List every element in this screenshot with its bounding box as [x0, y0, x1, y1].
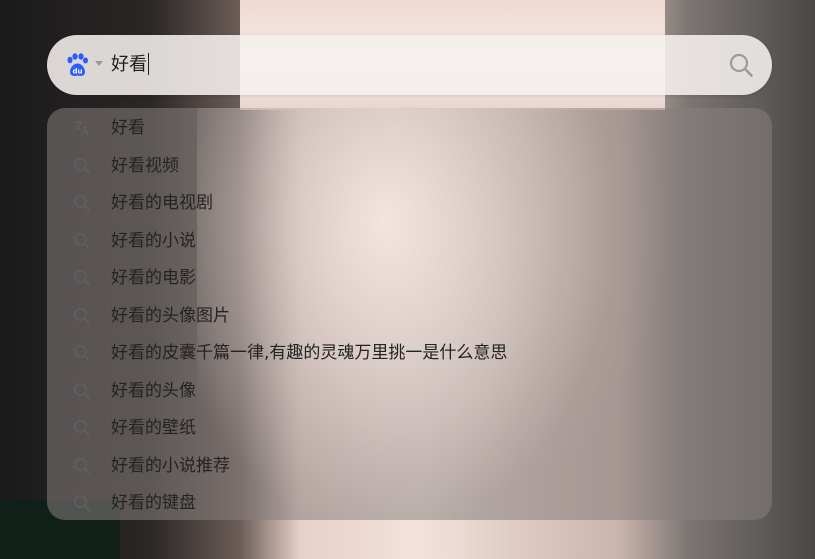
suggestion-text: 好看的皮囊千篇一律,有趣的灵魂万里挑一是什么意思: [111, 343, 508, 363]
suggestion-item[interactable]: 好看的头像图片: [47, 298, 772, 335]
suggestion-item[interactable]: 好看的电视剧: [47, 185, 772, 222]
engine-dropdown-icon[interactable]: [95, 61, 103, 66]
suggestion-text: 好看的小说推荐: [111, 455, 230, 476]
suggestion-text: 好看的键盘: [111, 493, 196, 513]
search-input[interactable]: 好看: [111, 52, 149, 78]
suggestion-text: 好看的壁纸: [111, 418, 196, 438]
suggestion-item[interactable]: 好看的皮囊千篇一律,有趣的灵魂万里挑一是什么意思: [47, 335, 772, 372]
suggestion-item[interactable]: 好看视频: [47, 148, 772, 185]
search-icon: [73, 157, 91, 175]
search-bar[interactable]: du 好看: [47, 35, 772, 95]
suggestion-item[interactable]: 好看的壁纸: [47, 410, 772, 447]
suggestion-text: 好看的头像图片: [111, 305, 230, 326]
suggestion-item[interactable]: 好看的小说: [47, 223, 772, 260]
suggestion-item[interactable]: 好看的键盘: [47, 485, 772, 520]
suggestion-text: 好看: [111, 118, 145, 138]
baidu-paw-icon[interactable]: du: [64, 52, 90, 78]
suggestion-text: 好看视频: [111, 155, 179, 176]
search-icon: [73, 307, 91, 325]
suggestion-text: 好看的小说: [111, 230, 196, 251]
search-icon: [73, 382, 91, 400]
suggestion-text: 好看的电视剧: [111, 193, 213, 213]
suggestion-item[interactable]: 好看的头像: [47, 373, 772, 410]
search-icon: [73, 232, 91, 250]
search-icon: [73, 457, 91, 475]
suggestion-item[interactable]: 好看的小说推荐: [47, 448, 772, 485]
svg-text:du: du: [73, 68, 83, 76]
search-icon: [73, 419, 91, 437]
magnifier-icon[interactable]: [728, 52, 754, 78]
translate-icon: [73, 119, 91, 137]
suggestion-dropdown: 好看 好看视频 好看的电视剧 好看的小说 好看的电影 好看的头像图片 好看的皮囊…: [47, 108, 772, 520]
search-icon: [73, 494, 91, 512]
suggestion-item[interactable]: 好看: [47, 110, 772, 147]
search-icon: [73, 344, 91, 362]
search-icon: [73, 269, 91, 287]
suggestion-item[interactable]: 好看的电影: [47, 260, 772, 297]
suggestion-text: 好看的电影: [111, 268, 196, 288]
suggestion-text: 好看的头像: [111, 380, 196, 401]
search-icon: [73, 194, 91, 212]
search-query-text: 好看: [111, 54, 147, 75]
text-cursor: [148, 53, 149, 75]
